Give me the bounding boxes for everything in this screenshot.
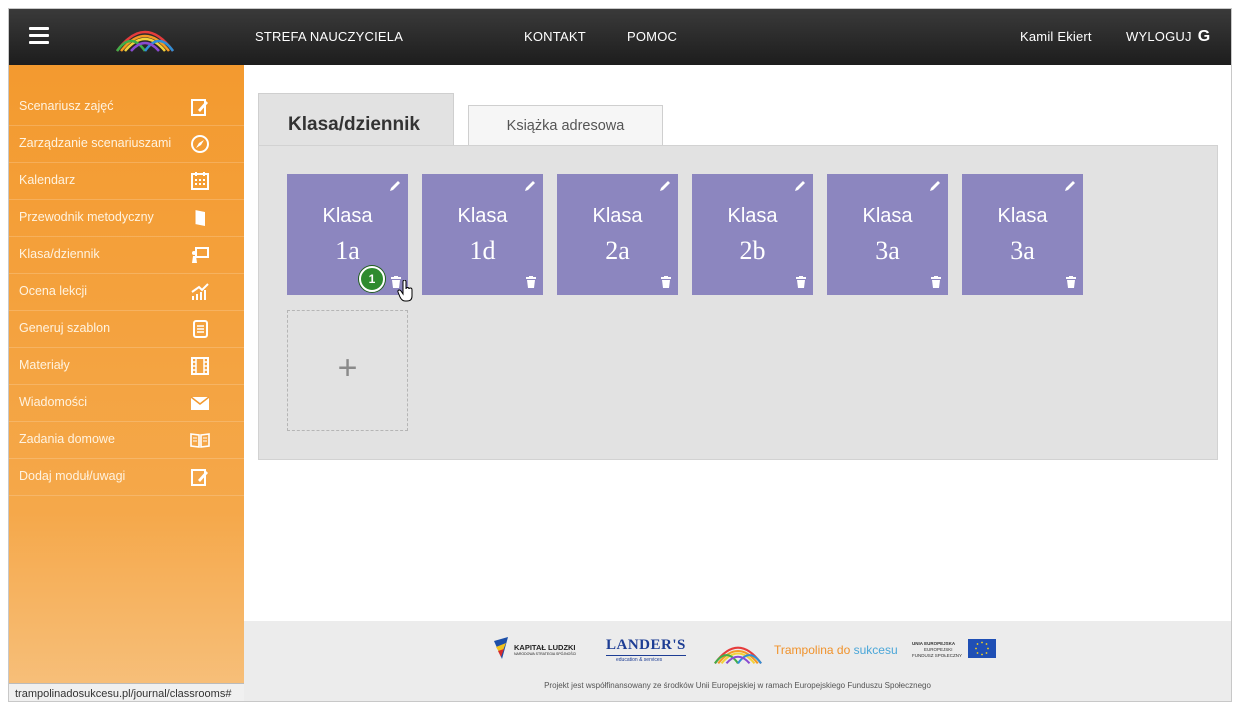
sidebar-item-methodology-guide[interactable]: Przewodnik metodyczny — [9, 200, 244, 237]
document-icon — [193, 320, 208, 338]
class-card-title: Klasa — [727, 205, 778, 227]
footer: KAPITAŁ LUDZKI NARODOWA STRATEGIA SPÓJNO… — [244, 621, 1231, 701]
sidebar-item-generate-template[interactable]: Generuj szablon — [9, 311, 244, 348]
class-card-1a[interactable]: Klasa 1a 1 — [287, 174, 413, 302]
class-card-name: 3a — [1010, 236, 1035, 265]
step-number-badge: 1 — [359, 266, 385, 292]
envelope-icon — [190, 396, 210, 410]
footer-logos: KAPITAŁ LUDZKI NARODOWA STRATEGIA SPÓJNO… — [244, 631, 1231, 667]
main-content: Klasa/dziennik Książka adresowa Klasa 1a… — [244, 65, 1231, 625]
class-card-3a-second[interactable]: Klasa 3a — [962, 174, 1083, 295]
logout-label: WYLOGUJ — [1126, 29, 1192, 44]
pencil-icon[interactable] — [928, 179, 942, 193]
calendar-icon — [191, 172, 209, 190]
film-icon — [191, 357, 209, 375]
trampolina-text: Trampolina do sukcesu — [774, 643, 898, 657]
sidebar-item-label: Zarządzanie scenariuszami — [19, 136, 172, 150]
class-card-title: Klasa — [457, 205, 508, 227]
class-card-1d[interactable]: Klasa 1d — [422, 174, 543, 295]
trash-icon[interactable] — [1066, 276, 1076, 288]
landers-subtext: education & services — [616, 657, 663, 663]
tab-address-book[interactable]: Książka adresowa — [468, 105, 663, 145]
class-card-name: 3a — [875, 236, 900, 265]
class-card-name: 1d — [469, 236, 496, 265]
sidebar-item-scenario[interactable]: Scenariusz zajęć — [9, 89, 244, 126]
edit-note-icon — [191, 99, 208, 116]
sidebar: Scenariusz zajęć Zarządzanie scenariusza… — [9, 65, 245, 701]
nav-teacher-zone[interactable]: STREFA NAUCZYCIELA — [255, 9, 403, 65]
pencil-icon[interactable] — [1063, 179, 1077, 193]
class-card-2b[interactable]: Klasa 2b — [692, 174, 813, 295]
sidebar-item-label: Zadania domowe — [19, 432, 115, 446]
sidebar-item-lesson-rating[interactable]: Ocena lekcji — [9, 274, 244, 311]
book-icon — [194, 210, 205, 226]
sidebar-item-label: Ocena lekcji — [19, 284, 88, 298]
sidebar-item-scenario-management[interactable]: Zarządzanie scenariuszami — [9, 126, 244, 163]
compass-icon — [191, 135, 209, 153]
pencil-icon[interactable] — [388, 179, 402, 193]
class-card-title: Klasa — [862, 205, 913, 227]
sidebar-item-add-module[interactable]: Dodaj moduł/uwagi — [9, 459, 244, 496]
nav-help[interactable]: POMOC — [627, 9, 677, 65]
sidebar-item-label: Przewodnik metodyczny — [19, 210, 154, 224]
trampolina-logo-icon — [714, 646, 762, 665]
sidebar-item-label: Scenariusz zajęć — [19, 99, 114, 113]
sidebar-item-materials[interactable]: Materiały — [9, 348, 244, 385]
class-card-3a[interactable]: Klasa 3a — [827, 174, 948, 295]
tab-class-journal[interactable]: Klasa/dziennik — [258, 93, 454, 146]
sidebar-item-messages[interactable]: Wiadomości — [9, 385, 244, 422]
browser-status-url: trampolinadosukcesu.pl/journal/classroom… — [9, 683, 245, 701]
funding-notice: Projekt jest współfinansowany ze środków… — [544, 681, 931, 690]
sidebar-item-homework[interactable]: Zadania domowe — [9, 422, 244, 459]
logout-link[interactable]: WYLOGUJ G — [1126, 9, 1210, 65]
pencil-icon[interactable] — [793, 179, 807, 193]
class-card-2a[interactable]: Klasa 2a — [557, 174, 678, 295]
trash-icon[interactable] — [661, 276, 671, 288]
sidebar-item-label: Generuj szablon — [19, 321, 111, 335]
class-card-title: Klasa — [592, 205, 643, 227]
sidebar-item-label: Wiadomości — [19, 395, 88, 409]
nav-contact[interactable]: KONTAKT — [524, 9, 586, 65]
kapital-ludzki-text: KAPITAŁ LUDZKI — [514, 643, 576, 652]
add-note-icon — [191, 469, 208, 486]
chart-rising-icon — [191, 283, 209, 300]
pencil-icon[interactable] — [658, 179, 672, 193]
hamburger-icon[interactable] — [29, 27, 49, 45]
sidebar-item-label: Materiały — [19, 358, 70, 372]
kapital-ludzki-logo-icon — [494, 637, 508, 659]
trampolina-accent-text: sukcesu — [853, 643, 898, 657]
add-class-button[interactable]: + — [287, 310, 408, 431]
trash-icon[interactable] — [931, 276, 941, 288]
top-navigation-bar: STREFA NAUCZYCIELA KONTAKT POMOC Kamil E… — [9, 9, 1231, 65]
trampolina-main-text: Trampolina do — [774, 643, 851, 657]
kapital-ludzki-subtext: NARODOWA STRATEGIA SPÓJNOŚCI — [514, 652, 577, 656]
class-card-title: Klasa — [997, 205, 1048, 227]
class-card-name: 1a — [335, 236, 360, 265]
trash-icon[interactable] — [796, 276, 806, 288]
sidebar-item-label: Kalendarz — [19, 173, 76, 187]
trash-icon[interactable] — [526, 276, 536, 288]
browser-viewport: STREFA NAUCZYCIELA KONTAKT POMOC Kamil E… — [8, 8, 1232, 702]
class-card-name: 2a — [605, 236, 630, 265]
user-name[interactable]: Kamil Ekiert — [1020, 9, 1092, 65]
rainbow-arches-logo[interactable] — [113, 19, 177, 53]
open-book-icon — [190, 433, 210, 448]
landers-logo-text: LANDER'S — [606, 637, 686, 653]
sidebar-item-calendar[interactable]: Kalendarz — [9, 163, 244, 200]
sidebar-item-label: Klasa/dziennik — [19, 247, 100, 261]
classes-panel: Klasa 1a 1 Klasa 1d Klasa 2a Klasa 2b Kl… — [258, 145, 1218, 460]
chalkboard-icon — [192, 247, 209, 263]
sidebar-item-class-journal[interactable]: Klasa/dziennik — [9, 237, 244, 274]
ue-text-line3: FUNDUSZ SPOŁECZNY — [912, 653, 963, 658]
pencil-icon[interactable] — [523, 179, 537, 193]
class-card-title: Klasa — [322, 205, 373, 227]
class-card-name: 2b — [739, 236, 766, 265]
hand-pointer-cursor-icon — [397, 280, 413, 302]
sidebar-item-label: Dodaj moduł/uwagi — [19, 469, 126, 483]
eu-flag-icon — [968, 639, 996, 658]
logout-arrow-icon: G — [1197, 28, 1211, 45]
